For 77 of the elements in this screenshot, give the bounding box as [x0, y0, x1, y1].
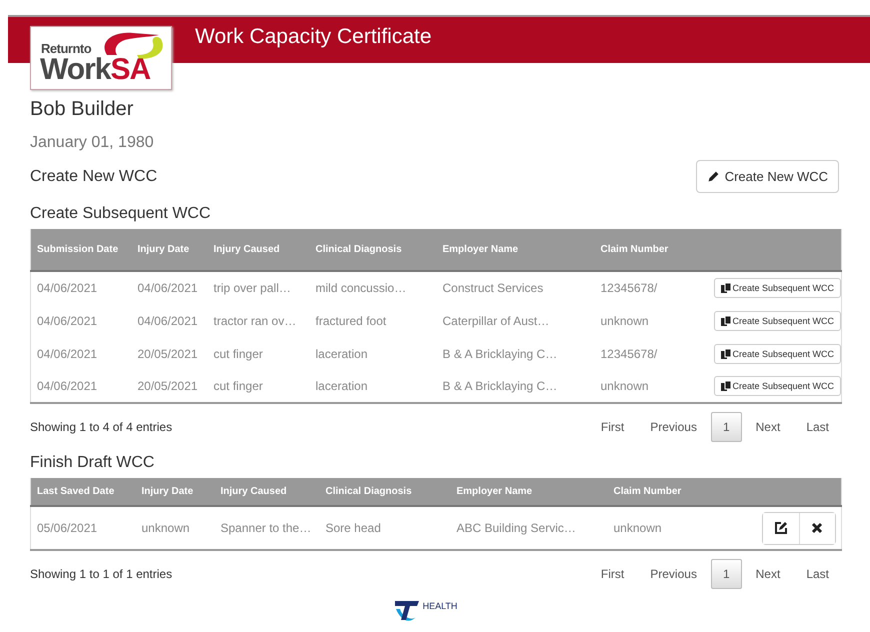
logo-text: WorkSA — [40, 53, 150, 87]
pencil-icon — [706, 170, 720, 183]
pagination-button[interactable]: 1 — [710, 412, 742, 442]
column-header: Last Saved Date — [30, 478, 136, 506]
table-cell: Construct Services — [436, 271, 594, 304]
table-cell-text: tractor ran ov… — [212, 312, 298, 330]
copy-icon — [720, 348, 732, 358]
create-subsequent-button[interactable]: Create Subsequent WCC — [714, 278, 842, 298]
column-header: Clinical Diagnosis — [320, 478, 450, 506]
table-cell: Spanner to the… — [214, 506, 320, 550]
patient-name: Bob Builder — [30, 98, 134, 121]
t-logo-icon — [394, 599, 420, 623]
create-subsequent-button[interactable]: Create Subsequent WCC — [714, 344, 842, 364]
copy-icon — [720, 283, 732, 293]
create-new-button[interactable]: Create New WCC — [696, 160, 839, 193]
pagination-button[interactable]: Last — [794, 412, 841, 442]
table-cell: mild concussio… — [310, 271, 436, 304]
table-cell-text: Caterpillar of Aust… — [442, 312, 550, 330]
section-heading: Finish Draft WCC — [30, 454, 156, 472]
table-cell: unknown — [136, 506, 214, 550]
table-cell: Sore head — [320, 506, 450, 550]
table-cell: trip over pall… — [208, 271, 310, 304]
entries-info: Showing 1 to 4 of 4 entries — [30, 420, 172, 434]
table-cell: 20/05/2021 — [132, 370, 208, 403]
section-heading: Create New WCC — [30, 168, 158, 186]
pagination-button[interactable]: Next — [744, 412, 792, 442]
column-header: Submission Date — [30, 229, 132, 271]
table-cell: B & A Bricklaying C… — [436, 370, 594, 403]
column-header: Injury Date — [136, 478, 214, 506]
brand-text: HEALTH — [422, 601, 458, 611]
entries-info: Showing 1 to 1 of 1 entries — [30, 567, 172, 581]
pagination-button[interactable]: Last — [794, 559, 841, 589]
table-cell: cut finger — [208, 370, 310, 403]
page-title: Work Capacity Certificate — [195, 25, 432, 50]
copy-icon — [720, 381, 732, 391]
table-cell-text: cut finger — [212, 346, 264, 362]
table-cell: 04/06/2021 — [30, 337, 132, 370]
create-subsequent-button[interactable]: Create Subsequent WCC — [714, 376, 842, 396]
table-cell-text: 04/06/2021 — [136, 312, 199, 330]
table-cell-text: B & A Bricklaying C… — [442, 346, 558, 362]
column-header: Injury Date — [132, 229, 208, 271]
table-cell: laceration — [310, 370, 436, 403]
date-of-birth: January 01, 1980 — [30, 134, 155, 152]
column-header: Injury Caused — [208, 229, 310, 271]
section-heading: Create Subsequent WCC — [30, 205, 212, 223]
table-cell: unknown — [594, 370, 708, 403]
pagination-button[interactable]: Previous — [638, 412, 709, 442]
create-subsequent-button[interactable]: Create Subsequent WCC — [714, 310, 842, 330]
pagination-button[interactable]: Previous — [638, 559, 709, 589]
edit-icon — [774, 521, 788, 535]
column-header: Claim Number — [594, 229, 708, 271]
column-header: Employer Name — [436, 229, 594, 271]
table-cell: 05/06/2021 — [30, 506, 136, 550]
pagination-button[interactable]: First — [588, 559, 636, 589]
table-cell: ABC Building Servic… — [450, 506, 608, 550]
table-cell-text: 12345678/ — [600, 346, 658, 362]
table-cell: unknown — [608, 506, 756, 550]
logo-text: Returnto — [41, 41, 92, 56]
pagination-button[interactable]: First — [588, 412, 636, 442]
table-cell: 12345678/ — [594, 271, 708, 304]
table-cell: 04/06/2021 — [30, 271, 132, 304]
table-cell-text: 20/05/2021 — [136, 346, 199, 362]
column-header: Clinical Diagnosis — [310, 229, 436, 271]
delete-button[interactable] — [798, 512, 834, 544]
copy-icon — [720, 316, 732, 326]
table-cell-text: fractured foot — [314, 312, 388, 330]
table-cell-text: unknown — [600, 312, 650, 330]
pagination-button[interactable]: Next — [744, 559, 792, 589]
close-icon — [811, 522, 823, 534]
table-cell-text: laceration — [314, 346, 369, 362]
pagination-button[interactable]: 1 — [710, 559, 742, 589]
table-cell: 04/06/2021 — [132, 271, 208, 304]
column-header: Employer Name — [450, 478, 608, 506]
column-header: Injury Caused — [214, 478, 320, 506]
table-cell: 04/06/2021 — [30, 370, 132, 403]
table-cell: 04/06/2021 — [30, 304, 132, 337]
column-header: Claim Number — [608, 478, 756, 506]
